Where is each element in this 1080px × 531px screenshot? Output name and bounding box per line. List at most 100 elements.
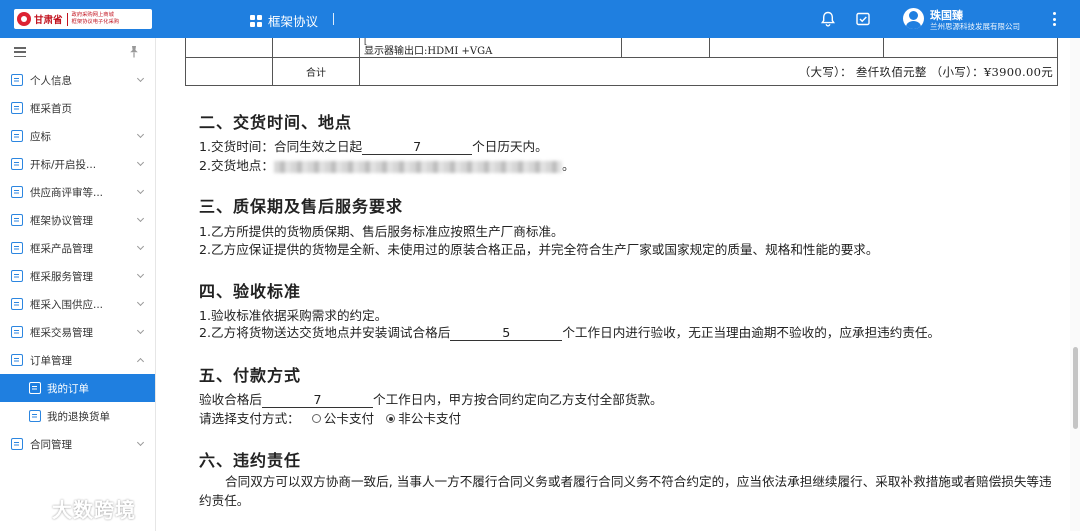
emblem-icon [17,12,31,26]
delivery-days-field: 7 [362,139,473,155]
more-vertical-icon[interactable] [1048,10,1060,28]
sidebar-item-bid-opening[interactable]: 开标/开启投... [0,150,155,178]
logo-name: 甘肃省 [34,15,63,26]
watermark-text: 大数跨境 [52,497,136,522]
sidebar-item-bidding[interactable]: 应标 [0,122,155,150]
inbox-check-icon[interactable] [854,10,872,28]
sidebar-item-label: 框采首页 [30,102,72,115]
text: 2.交货地点： [199,158,274,173]
section-title-delivery: 二、交货时间、地点 [199,113,353,132]
text: 个工作日内进行验收，无正当理由逾期不验收的，应承担违约责任。 [562,325,941,340]
chevron-down-icon [136,214,145,223]
sidebar-subitem-my-returns[interactable]: 我的退换货单 [0,402,155,430]
sidebar-subitem-label: 我的退换货单 [47,410,110,423]
sidebar-item-order-mgmt[interactable]: 订单管理 [0,346,155,374]
sidebar-item-label: 合同管理 [30,438,72,451]
order-icon [29,382,41,394]
nav-label: 框架协议 [268,14,319,29]
payment-method: 请选择支付方式： 公卡支付 非公卡支付 [199,408,461,427]
sidebar-item-service-mgmt[interactable]: 框采服务管理 [0,262,155,290]
table-cell [709,38,884,58]
payment-method-label: 请选择支付方式： [199,411,300,426]
sidebar-icon [11,326,23,338]
sidebar-subitem-my-orders[interactable]: 我的订单 [0,374,155,402]
delivery-place: 2.交货地点： 。 [199,155,575,174]
text: 个工作日内，甲方按合同约定向乙方支付全部货款。 [372,392,663,407]
site-logo[interactable]: 甘肃省 政府采购网上商城 框架协议电子化采购 [14,9,152,29]
chevron-down-icon [136,158,145,167]
sidebar-subitem-label: 我的订单 [47,382,89,395]
text: 1.交货时间：合同生效之日起 [199,139,363,154]
redacted-address [274,160,562,173]
sidebar-item-label: 框采交易管理 [30,326,93,339]
sidebar-item-label: 订单管理 [30,354,72,367]
radio-label[interactable]: 非公卡支付 [398,411,461,426]
table-cell-spec: [显示器输出口:HDMI +VGA [359,38,622,58]
radio-non-public-card[interactable] [386,414,396,423]
sidebar-item-supplier-entry[interactable]: 框采入围供应... [0,290,155,318]
chevron-down-icon [136,270,145,279]
logo-line-1: 政府采购网上商城 [71,12,114,18]
menu-toggle-icon[interactable] [14,47,26,57]
user-organization: 兰州思源科技发展有限公司 [930,22,1020,31]
acceptance-days-field: 5 [450,325,563,341]
radio-public-card[interactable] [311,414,321,423]
sidebar-item-label: 框采产品管理 [30,242,93,255]
chevron-down-icon [136,326,145,335]
chevron-down-icon [136,438,145,447]
payment-line-1: 验收合格后 7 个工作日内，甲方按合同约定向乙方支付全部货款。 [199,389,663,408]
sidebar-icon [11,298,23,310]
chevron-down-icon [136,74,145,83]
sidebar-icon [11,354,23,366]
spec-text: 显示器输出口:HDMI +VGA [364,46,493,57]
return-order-icon [29,410,41,422]
sidebar: 个人信息 框采首页 应标 开标/开启投... 供应商评审等... 框架协议管理 … [0,38,156,531]
watermark-logo-icon [9,497,43,520]
table-cell [621,38,710,58]
logo-subtitle: 政府采购网上商城 框架协议电子化采购 [72,12,120,26]
sidebar-icon [11,74,23,86]
sidebar-icon [11,242,23,254]
text: 个日历天内。 [472,139,548,154]
spec-mark: [ [364,38,368,46]
scrollbar-track[interactable] [1070,38,1080,531]
sidebar-item-contract-mgmt[interactable]: 合同管理 [0,430,155,458]
nav-framework-agreement[interactable]: 框架协议 [250,11,318,30]
radio-label[interactable]: 公卡支付 [324,411,374,426]
grid-icon [250,14,262,27]
sidebar-icon [11,438,23,450]
sidebar-icon [11,270,23,282]
sidebar-item-supplier-review[interactable]: 供应商评审等... [0,178,155,206]
sidebar-item-label: 开标/开启投... [30,158,97,171]
table-cell [185,57,273,86]
sidebar-item-product-mgmt[interactable]: 框采产品管理 [0,234,155,262]
sidebar-icon [11,186,23,198]
chevron-down-icon [136,242,145,251]
table-row: [显示器输出口:HDMI +VGA [185,38,1058,58]
sidebar-icon [11,102,23,114]
sidebar-item-label: 框采入围供应... [30,298,104,311]
section-title-acceptance: 四、验收标准 [199,282,302,301]
sidebar-item-agreement-mgmt[interactable]: 框架协议管理 [0,206,155,234]
sidebar-item-personal-info[interactable]: 个人信息 [0,66,155,94]
acceptance-line-2: 2.乙方将货物送达交货地点并安装调试合格后 5 个工作日内进行验收，无正当理由逾期不… [199,322,940,341]
chevron-up-icon [136,357,145,366]
logo-divider [66,12,68,26]
bell-icon[interactable] [819,10,837,28]
liability-text: 合同双方可以双方协商一致后, 当事人一方不履行合同义务或者履行合同义务不符合约定… [199,474,1052,508]
sidebar-item-label: 框采服务管理 [30,270,93,283]
payment-days-field: 7 [261,392,373,408]
sidebar-icon [11,158,23,170]
warranty-line-2: 2.乙方应保证提供的货物是全新、未使用过的原装合格正品，并完全符合生产厂家或国家… [199,242,879,257]
table-row-total: 合计 （大写）： 叁仟玖佰元整 （小写）：¥3900.00元 [185,57,1058,86]
sidebar-icon [11,214,23,226]
nav-divider [333,13,334,25]
sidebar-item-transaction-mgmt[interactable]: 框采交易管理 [0,318,155,346]
sidebar-icon [11,130,23,142]
user-avatar-icon[interactable] [903,8,924,29]
pin-icon[interactable] [128,45,140,59]
sidebar-item-home[interactable]: 框采首页 [0,94,155,122]
watermark: 大数跨境 [8,493,136,523]
scrollbar-thumb[interactable] [1073,347,1078,429]
total-value: （大写）： 叁仟玖佰元整 （小写）：¥3900.00元 [359,57,1058,86]
